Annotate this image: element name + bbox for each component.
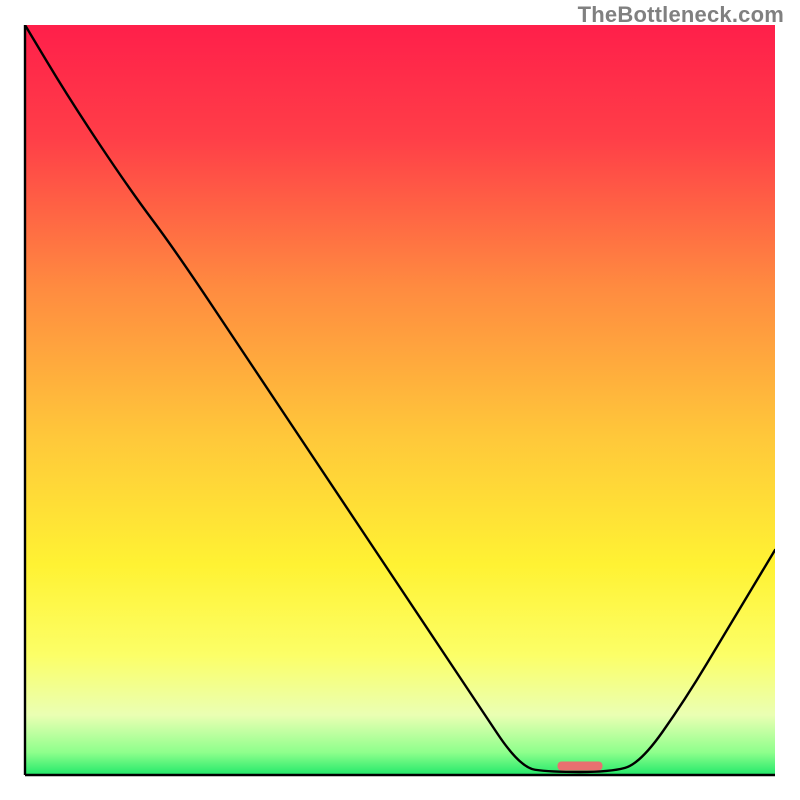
- gradient-background: [25, 25, 775, 775]
- bottleneck-chart: [0, 0, 800, 800]
- watermark-text: TheBottleneck.com: [578, 2, 784, 28]
- optimum-marker: [558, 762, 603, 771]
- chart-container: TheBottleneck.com: [0, 0, 800, 800]
